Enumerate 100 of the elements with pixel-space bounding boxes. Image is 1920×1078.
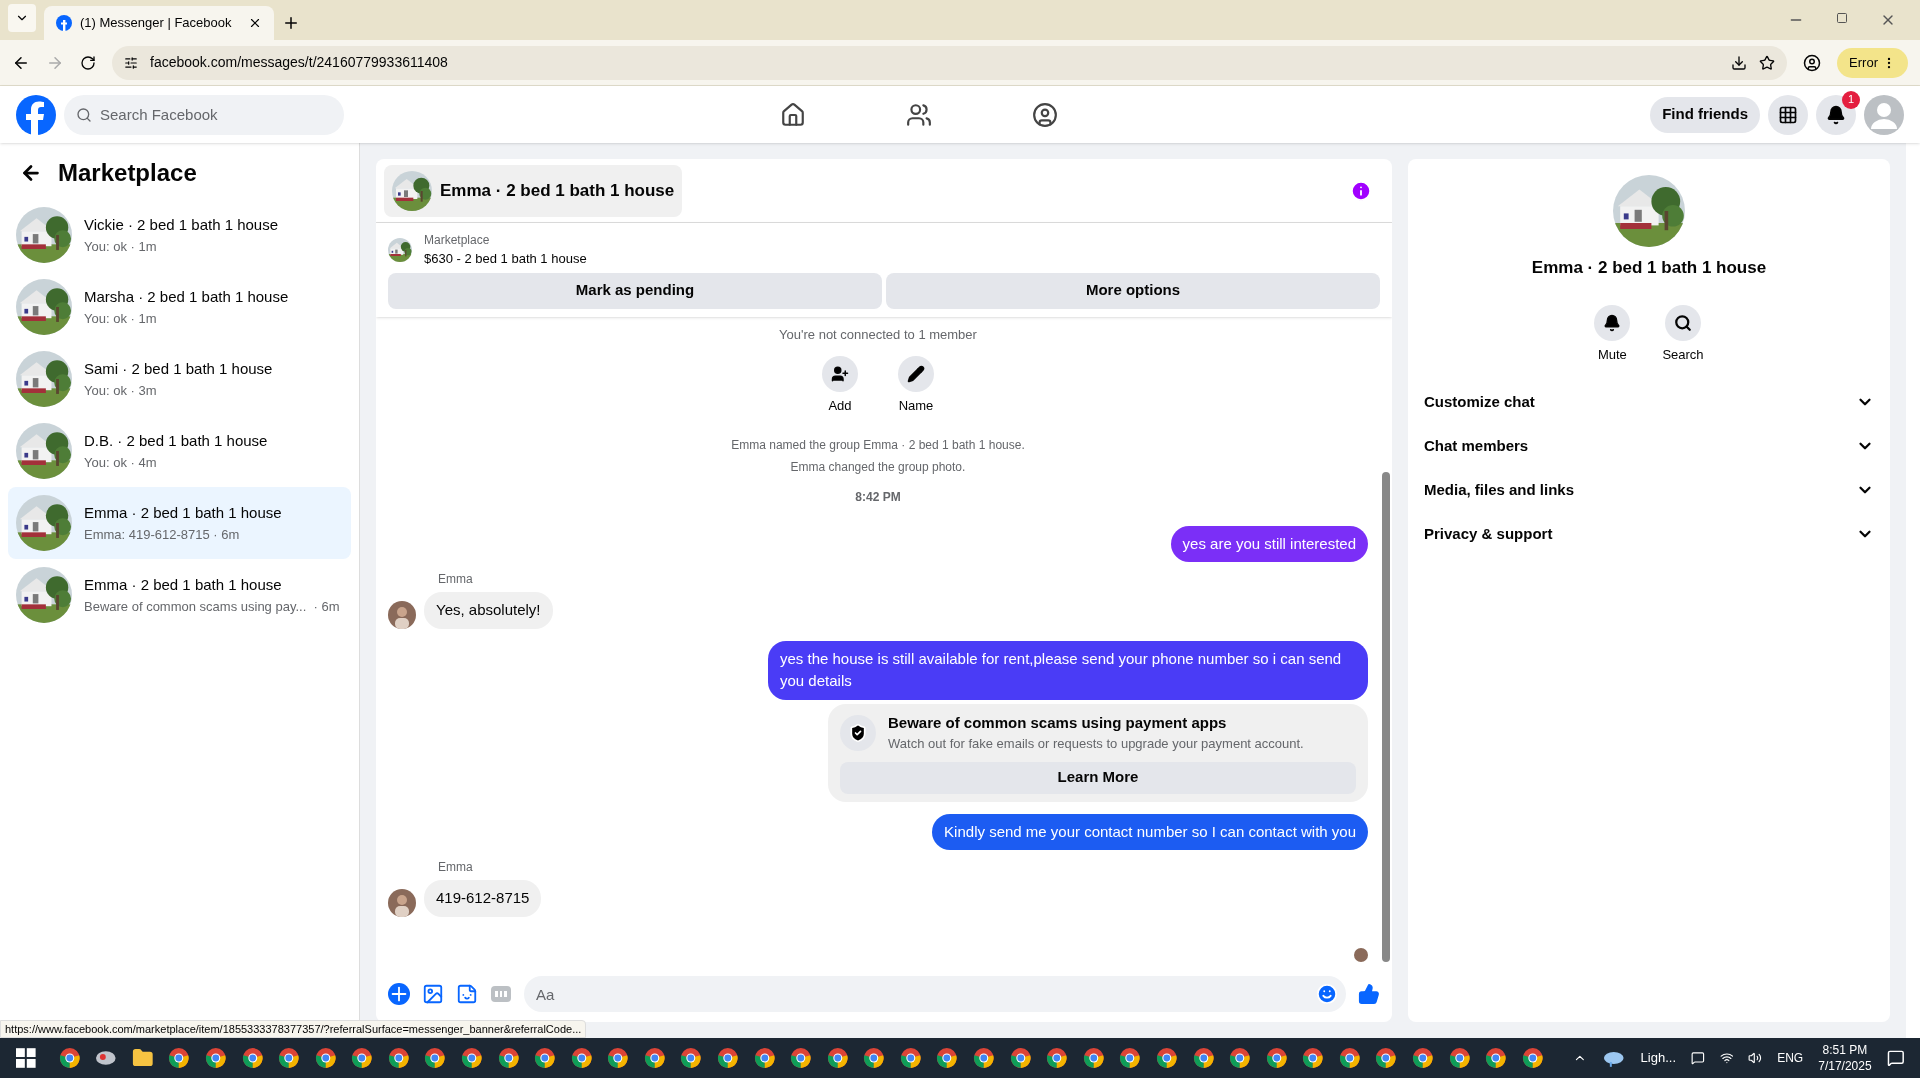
back-icon[interactable] (20, 162, 42, 184)
chrome-icon[interactable] (168, 1047, 190, 1069)
chrome-icon[interactable] (241, 1047, 264, 1069)
add-person-icon[interactable] (831, 365, 849, 383)
chrome-icon[interactable] (1265, 1047, 1288, 1069)
conversation-name: Emma · 2 bed 1 bath 1 house (84, 575, 283, 595)
chrome-icon[interactable] (497, 1047, 520, 1069)
bell-icon[interactable] (1826, 104, 1846, 125)
chrome-icon[interactable] (570, 1047, 593, 1069)
reload-icon[interactable] (80, 54, 96, 71)
chrome-icon[interactable] (826, 1047, 849, 1069)
chrome-icon[interactable] (1448, 1047, 1471, 1069)
chrome-icon[interactable] (1046, 1047, 1068, 1069)
chrome-icon[interactable] (1082, 1047, 1105, 1069)
friends-icon[interactable] (906, 101, 932, 128)
volume-icon[interactable] (1748, 1051, 1763, 1065)
windows-icon[interactable] (16, 1048, 36, 1068)
language-indicator[interactable]: ENG (1777, 1049, 1804, 1067)
message-field[interactable]: Aa (524, 976, 1346, 1012)
conversation-item[interactable]: Sami · 2 bed 1 bath 1 house You: ok · 3m (8, 343, 351, 415)
bell-icon[interactable] (1603, 313, 1622, 332)
like-icon[interactable] (1358, 983, 1380, 1005)
search-icon[interactable] (1674, 313, 1692, 332)
photo-icon[interactable] (422, 983, 444, 1005)
folder-icon[interactable] (131, 1047, 154, 1069)
groups-icon[interactable] (1032, 101, 1058, 128)
error-button[interactable]: Error (1837, 47, 1908, 78)
info-icon[interactable] (1350, 179, 1372, 202)
conversation-item[interactable]: Marsha · 2 bed 1 bath 1 house You: ok · 1m (8, 271, 351, 343)
listing-action-button[interactable]: Mark as pending (388, 272, 882, 309)
chrome-icon[interactable] (1338, 1047, 1361, 1069)
chrome-icon[interactable] (1302, 1047, 1324, 1069)
chrome-icon[interactable] (1119, 1047, 1141, 1069)
conversation-preview: Emma: 419-612-8715 · 6m (84, 525, 241, 544)
details-section[interactable]: Media, files and links (1424, 468, 1874, 512)
find-friends-button[interactable]: Find friends (1650, 96, 1760, 133)
conversation-item[interactable]: Vickie · 2 bed 1 bath 1 house You: ok · 1m (8, 199, 351, 271)
chrome-icon[interactable] (899, 1047, 922, 1069)
chrome-icon[interactable] (1375, 1047, 1397, 1069)
chrome-icon[interactable] (717, 1047, 739, 1069)
chrome-icon[interactable] (607, 1047, 629, 1069)
notifications-icon[interactable] (1886, 1049, 1905, 1067)
chrome-icon[interactable] (643, 1047, 666, 1069)
conversation-item[interactable]: D.B. · 2 bed 1 bath 1 house You: ok · 4m (8, 415, 351, 487)
chrome-icon[interactable] (387, 1047, 410, 1069)
site-info-icon[interactable] (124, 55, 138, 70)
new-tab-icon[interactable] (282, 14, 300, 32)
details-section[interactable]: Chat members (1424, 424, 1874, 468)
chrome-icon[interactable] (936, 1047, 959, 1069)
emoji-icon[interactable] (1316, 983, 1338, 1005)
facebook-icon (56, 15, 72, 31)
details-section[interactable]: Customize chat (1424, 380, 1874, 424)
conversation-item[interactable]: Emma · 2 bed 1 bath 1 house Emma: 419-612-8715 · 6m (8, 487, 351, 559)
listing-action-button[interactable]: More options (886, 272, 1380, 309)
section-label: Privacy & support (1424, 523, 1554, 544)
status-url: https://www.facebook.com/marketplace/item/1855333378377357/?referralSurface=messenger_banner&referralCode... (0, 1019, 587, 1038)
chrome-icon[interactable] (1192, 1047, 1215, 1069)
grid-icon[interactable] (1778, 104, 1798, 125)
chrome-icon[interactable] (973, 1047, 995, 1069)
meet-icon[interactable] (1691, 1051, 1705, 1065)
conversation-item[interactable]: Emma · 2 bed 1 bath 1 house Beware of common scams using pay... · 6m (8, 559, 351, 631)
browser-tab[interactable]: (1) Messenger | Facebook (44, 6, 274, 40)
restore-icon[interactable] (1836, 12, 1848, 24)
facebook-logo[interactable] (16, 94, 56, 135)
pencil-icon[interactable] (907, 365, 925, 383)
chrome-icon[interactable] (278, 1047, 300, 1069)
chrome-icon[interactable] (1485, 1047, 1507, 1069)
chrome-icon[interactable] (424, 1047, 446, 1069)
chrome-icon[interactable] (534, 1047, 556, 1069)
chrome-icon[interactable] (351, 1047, 373, 1069)
chrome-icon[interactable] (314, 1047, 337, 1069)
chrome-icon[interactable] (1521, 1047, 1544, 1069)
learn-more-button[interactable]: Learn More (840, 761, 1356, 794)
chrome-icon[interactable] (863, 1047, 885, 1069)
profile-icon[interactable] (1803, 53, 1822, 72)
address-bar[interactable]: facebook.com/messages/t/24160779933611408 (112, 45, 1788, 80)
chrome-icon[interactable] (790, 1047, 812, 1069)
search-field[interactable]: Search Facebook (64, 94, 344, 135)
details-section[interactable]: Privacy & support (1424, 512, 1874, 556)
chat-title: Emma · 2 bed 1 bath 1 house (440, 179, 675, 202)
sticker-icon[interactable] (456, 983, 478, 1005)
chrome-icon[interactable] (1155, 1047, 1178, 1069)
home-icon[interactable] (780, 101, 806, 128)
sender-name: Emma (438, 571, 474, 588)
timestamp: 8:42 PM (855, 488, 901, 506)
chrome-icon[interactable] (1229, 1047, 1251, 1069)
bookmark-icon[interactable] (1759, 54, 1776, 71)
close-icon[interactable] (248, 16, 262, 30)
plus-icon[interactable] (388, 983, 410, 1005)
network-icon[interactable] (1719, 1051, 1734, 1065)
install-icon[interactable] (1731, 54, 1748, 71)
chrome-icon[interactable] (1009, 1047, 1032, 1069)
chat-title-button[interactable]: Emma · 2 bed 1 bath 1 house (384, 164, 683, 217)
chrome-icon[interactable] (58, 1047, 81, 1069)
chrome-icon[interactable] (753, 1047, 776, 1069)
menu-button[interactable] (1768, 94, 1808, 135)
chrome-icon[interactable] (204, 1047, 227, 1069)
chrome-icon[interactable] (1412, 1047, 1434, 1069)
chrome-icon[interactable] (460, 1047, 483, 1069)
chrome-icon[interactable] (680, 1047, 702, 1069)
